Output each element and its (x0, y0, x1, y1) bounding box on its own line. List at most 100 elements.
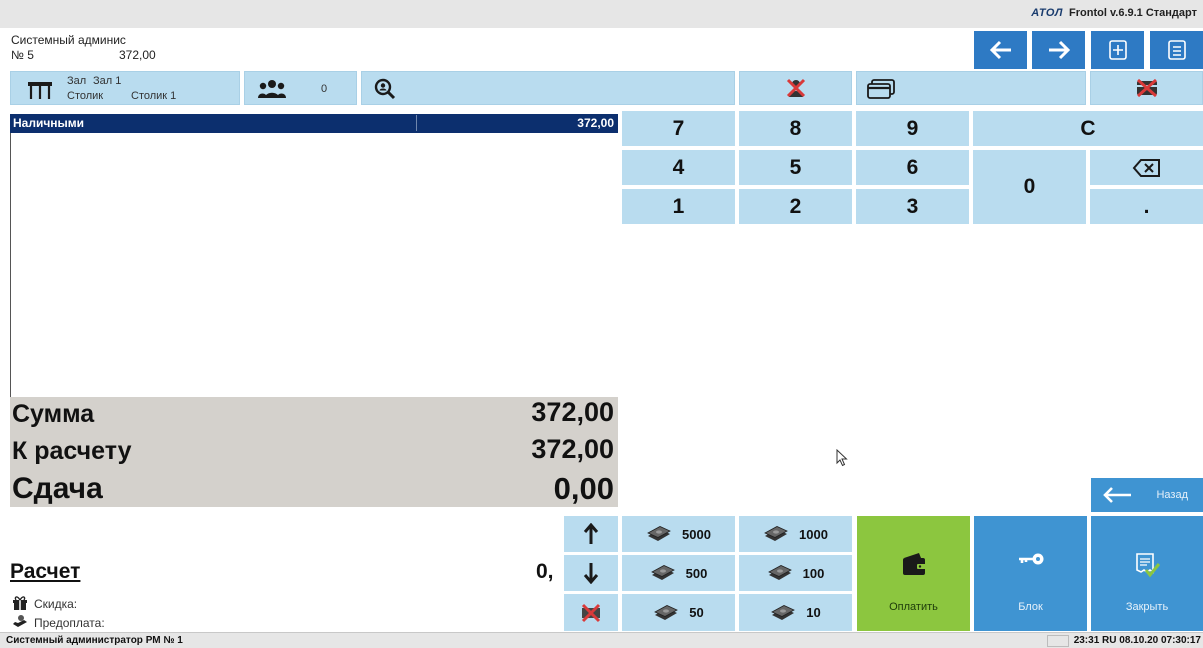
banknote-100-button[interactable]: 100 (739, 555, 852, 591)
table-info-button[interactable]: Зал Зал 1 Столик Столик 1 (10, 71, 240, 105)
arrow-left-icon (1103, 487, 1131, 503)
calc-value: 0, (536, 560, 554, 583)
banknote-5000-button[interactable]: 5000 (622, 516, 735, 552)
banknote-50-button[interactable]: 50 (622, 594, 735, 631)
hall-value: Зал 1 (93, 75, 122, 87)
payment-amount: 372,00 (577, 116, 614, 130)
banknote-10-label: 10 (806, 605, 821, 620)
table-value: Столик 1 (131, 90, 177, 102)
next-button[interactable] (1032, 31, 1085, 69)
status-bar: Системный администратор РМ № 1 23:31 RU … (0, 632, 1203, 648)
money-stack-icon (767, 565, 792, 580)
totals-panel: Сумма 372,00 К расчету 372,00 Сдача 0,00 (10, 397, 618, 507)
sum-value: 372,00 (531, 397, 614, 427)
back-label: Назад (1156, 489, 1188, 501)
close-receipt-button[interactable]: Закрыть (1091, 516, 1203, 631)
arrow-up-icon (583, 523, 599, 544)
key-9[interactable]: 9 (856, 111, 969, 146)
pay-button[interactable]: Оплатить (857, 516, 970, 631)
change-label: Сдача (12, 472, 103, 505)
pay-label: Оплатить (889, 601, 938, 613)
block-button[interactable]: Блок (974, 516, 1087, 631)
backspace-button[interactable] (1090, 150, 1203, 185)
key-4[interactable]: 4 (622, 150, 735, 185)
change-value: 0,00 (553, 471, 614, 506)
status-clock: 23:31 RU 08.10.20 07:30:17 (1073, 635, 1201, 646)
prepayment-label: Предоплата: (34, 616, 105, 630)
arrow-down-icon (583, 563, 599, 584)
status-indicator (1047, 635, 1069, 647)
app-brand: ATOЛ Frontol v.6.9.1 Стандарт (1031, 7, 1197, 19)
prepayment-icon (13, 615, 27, 627)
key-icon (1018, 553, 1043, 565)
banknote-50-label: 50 (689, 605, 704, 620)
down-button[interactable] (564, 555, 618, 591)
user-name: Системный админис (11, 33, 126, 47)
cards-icon (867, 79, 895, 99)
guests-count: 0 (321, 83, 328, 95)
banknote-5000-label: 5000 (682, 526, 711, 542)
key-3[interactable]: 3 (856, 189, 969, 224)
title-bar: ATOЛ Frontol v.6.9.1 Стандарт (0, 0, 1203, 28)
banknote-1000-button[interactable]: 1000 (739, 516, 852, 552)
receipt-list-button[interactable] (1150, 31, 1203, 69)
sum-label: Сумма (12, 400, 95, 428)
close-label: Закрыть (1125, 601, 1169, 613)
add-document-icon (1108, 40, 1127, 60)
delete-card-icon (1136, 78, 1157, 98)
wallet-icon (902, 553, 926, 575)
key-1[interactable]: 1 (622, 189, 735, 224)
banknote-500-label: 500 (685, 565, 708, 581)
key-0[interactable]: 0 (973, 150, 1086, 224)
payment-list[interactable] (10, 114, 618, 397)
status-user: Системный администратор РМ № 1 (6, 635, 183, 646)
key-7[interactable]: 7 (622, 111, 735, 146)
table-label: Столик (67, 90, 104, 102)
money-stack-icon (771, 604, 796, 620)
delete-cash-icon (581, 603, 601, 622)
discount-label: Скидка: (34, 597, 78, 611)
delete-payment-button[interactable] (564, 594, 618, 631)
up-button[interactable] (564, 516, 618, 552)
prev-button[interactable] (974, 31, 1027, 69)
new-receipt-button[interactable] (1091, 31, 1144, 69)
app-version-title: Frontol v.6.9.1 Стандарт (1069, 7, 1197, 19)
remove-client-button[interactable] (739, 71, 852, 105)
payment-type: Наличными (13, 116, 85, 130)
key-decimal[interactable]: . (1090, 189, 1203, 224)
key-clear[interactable]: C (973, 111, 1203, 146)
atol-logo: ATOЛ (1031, 7, 1063, 19)
remove-card-button[interactable] (1090, 71, 1203, 105)
block-label: Блок (1018, 601, 1043, 613)
banknote-500-button[interactable]: 500 (622, 555, 735, 591)
due-label: К расчету (12, 437, 132, 465)
banknote-1000-label: 1000 (799, 526, 828, 542)
card-button[interactable] (856, 71, 1086, 105)
key-5[interactable]: 5 (739, 150, 852, 185)
backspace-icon (1132, 158, 1160, 177)
calc-label[interactable]: Расчет (10, 560, 80, 584)
gift-icon (13, 596, 27, 610)
guests-button[interactable]: 0 (244, 71, 357, 105)
key-8[interactable]: 8 (739, 111, 852, 146)
money-stack-icon (647, 526, 671, 541)
banknote-100-label: 100 (802, 565, 825, 581)
mouse-cursor-icon (836, 449, 848, 467)
search-person-icon (374, 78, 396, 100)
receipt-number: № 5 (11, 48, 34, 62)
key-6[interactable]: 6 (856, 150, 969, 185)
money-stack-icon (650, 565, 675, 580)
hall-label: Зал (67, 75, 87, 87)
back-button[interactable]: Назад (1091, 478, 1203, 512)
arrow-left-icon (989, 40, 1011, 60)
delete-person-icon (786, 78, 805, 98)
receipt-check-icon (1136, 553, 1160, 578)
search-button[interactable] (361, 71, 735, 105)
people-icon (258, 80, 286, 98)
payment-row[interactable]: Наличными 372,00 (10, 114, 618, 133)
money-stack-icon (654, 604, 679, 620)
money-stack-icon (764, 526, 788, 541)
due-value: 372,00 (531, 434, 614, 464)
banknote-10-button[interactable]: 10 (739, 594, 852, 631)
key-2[interactable]: 2 (739, 189, 852, 224)
